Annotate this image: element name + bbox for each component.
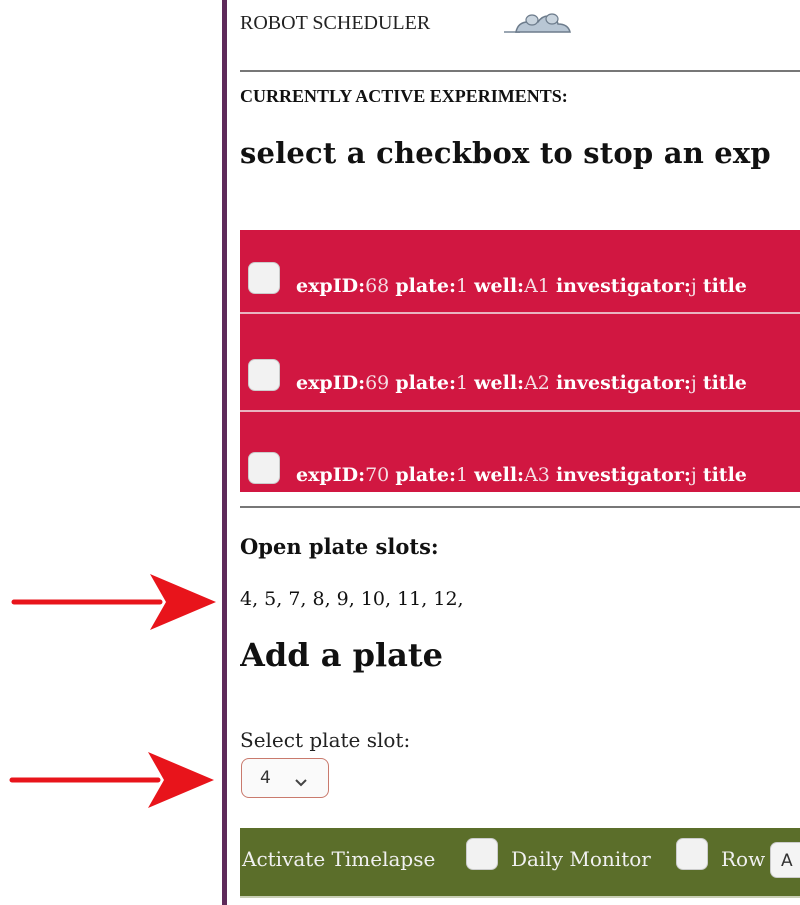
well-value: A1 [524, 275, 550, 297]
investigator-value: j [690, 464, 697, 486]
exp-id-label: expID: [296, 372, 366, 394]
annotation-arrow-icon [11, 574, 216, 630]
experiment-row: expID:70 plate:1 well:A3 investigator:j … [240, 412, 800, 492]
activate-timelapse-checkbox[interactable] [466, 838, 498, 870]
open-slots-label: Open plate slots: [240, 534, 439, 559]
open-slots-list: 4, 5, 7, 8, 9, 10, 11, 12, [240, 588, 464, 610]
well-label: well: [474, 464, 525, 486]
row-select[interactable]: A [770, 842, 800, 878]
exp-id-value: 69 [365, 372, 390, 394]
well-label: well: [474, 275, 525, 297]
experiment-row: expID:69 plate:1 well:A2 investigator:j … [240, 314, 800, 412]
app-title: ROBOT SCHEDULER [240, 12, 431, 34]
experiment-details: expID:69 plate:1 well:A2 investigator:j … [296, 372, 747, 394]
stop-experiment-checkbox[interactable] [248, 452, 280, 484]
plate-value: 1 [456, 372, 469, 394]
robot-icon [502, 10, 574, 45]
app-header: ROBOT SCHEDULER [240, 8, 800, 38]
title-label: title [702, 372, 747, 394]
well-label: well: [474, 372, 525, 394]
plate-slot-value: 4 [260, 768, 271, 788]
stop-instruction-heading: select a checkbox to stop an exp [240, 136, 771, 170]
investigator-value: j [690, 372, 697, 394]
plate-label: plate: [395, 275, 457, 297]
daily-monitor-label: Daily Monitor [511, 847, 651, 871]
well-value: A2 [524, 372, 550, 394]
table-divider [240, 506, 800, 508]
investigator-value: j [690, 275, 697, 297]
activate-timelapse-label: Activate Timelapse [242, 847, 436, 871]
row-label: Row [721, 847, 766, 871]
exp-id-value: 70 [365, 464, 390, 486]
header-divider [240, 70, 800, 72]
investigator-label: investigator: [555, 275, 691, 297]
exp-id-value: 68 [365, 275, 390, 297]
add-plate-heading: Add a plate [240, 636, 443, 674]
well-value: A3 [524, 464, 550, 486]
chevron-down-icon [294, 773, 308, 792]
experiment-row: expID:68 plate:1 well:A1 investigator:j … [240, 230, 800, 314]
active-experiments-title: CURRENTLY ACTIVE EXPERIMENTS: [240, 86, 568, 106]
plate-value: 1 [456, 275, 469, 297]
active-experiments-table: expID:68 plate:1 well:A1 investigator:j … [240, 230, 800, 492]
plate-label: plate: [395, 372, 457, 394]
stop-experiment-checkbox[interactable] [248, 262, 280, 294]
exp-id-label: expID: [296, 275, 366, 297]
stop-experiment-checkbox[interactable] [248, 359, 280, 391]
select-plate-slot-label: Select plate slot: [240, 728, 411, 752]
investigator-label: investigator: [555, 464, 691, 486]
title-label: title [702, 464, 747, 486]
exp-id-label: expID: [296, 464, 366, 486]
annotation-arrow-icon [9, 752, 214, 808]
title-label: title [702, 275, 747, 297]
experiment-details: expID:70 plate:1 well:A3 investigator:j … [296, 464, 747, 486]
plate-options-bar: Activate Timelapse Daily Monitor Row A [240, 828, 800, 898]
main-content: ROBOT SCHEDULER CURRENTLY ACTIVE EXPERIM… [240, 0, 800, 905]
plate-slot-select[interactable]: 4 [241, 758, 329, 798]
investigator-label: investigator: [555, 372, 691, 394]
page-left-border [222, 0, 227, 905]
plate-value: 1 [456, 464, 469, 486]
experiment-details: expID:68 plate:1 well:A1 investigator:j … [296, 275, 747, 297]
daily-monitor-checkbox[interactable] [676, 838, 708, 870]
plate-label: plate: [395, 464, 457, 486]
